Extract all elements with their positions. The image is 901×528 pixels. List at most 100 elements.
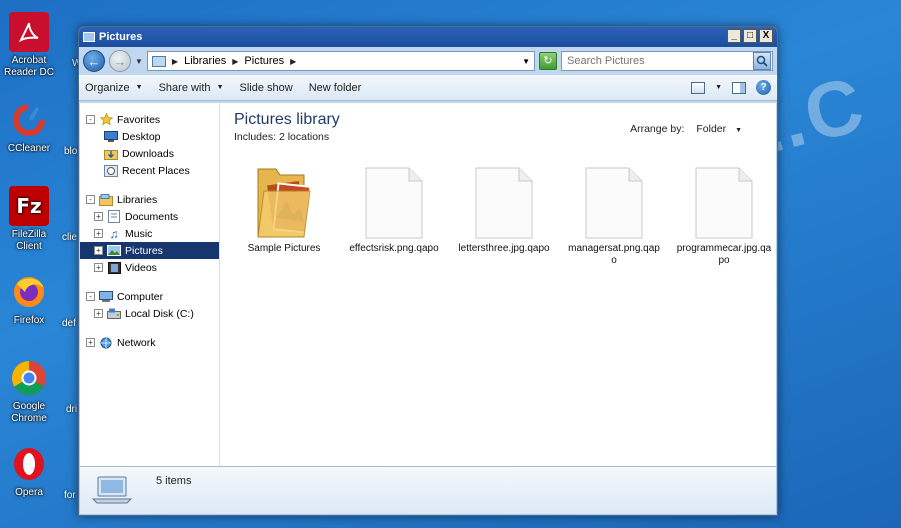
arrange-by-value: Folder: [696, 123, 727, 135]
star-icon: [99, 113, 113, 126]
library-icon: [151, 55, 166, 67]
nav-label: Music: [125, 227, 153, 240]
file-item[interactable]: lettersthree.jpg.qapo: [456, 159, 552, 267]
collapse-icon[interactable]: -: [86, 292, 95, 301]
downloads-folder-icon: [104, 148, 118, 160]
nav-item-downloads[interactable]: Downloads: [80, 145, 219, 162]
file-item[interactable]: programmecar.jpg.qapo: [676, 159, 772, 267]
firefox-icon: [9, 272, 49, 312]
window-controls: _ □ X: [727, 29, 773, 43]
desktop-icon-opera[interactable]: Opera: [0, 444, 58, 499]
desktop-icon-firefox[interactable]: Firefox: [0, 272, 58, 327]
maximize-button[interactable]: □: [743, 29, 757, 43]
caret-down-icon: ▼: [135, 84, 143, 91]
nav-item-network[interactable]: + Network: [80, 334, 219, 351]
item-count: 5 items: [156, 475, 192, 487]
desktop-icon-ccleaner[interactable]: CCleaner: [0, 100, 58, 155]
nav-item-pictures[interactable]: + Pictures: [80, 242, 219, 259]
caret-down-icon: ▼: [735, 127, 742, 134]
desktop-icon-label: CCleaner: [7, 143, 51, 154]
navigation-pane: - Favorites Desktop Downloads Recent Pla…: [80, 103, 220, 467]
close-button[interactable]: X: [759, 29, 773, 43]
search-input[interactable]: [567, 55, 753, 67]
chevron-right-icon[interactable]: ▶: [172, 57, 178, 66]
window-title: Pictures: [99, 31, 143, 43]
desktop-partial-label: clie: [62, 232, 78, 243]
file-item[interactable]: managersat.png.qapo: [566, 159, 662, 267]
expand-icon[interactable]: +: [94, 309, 103, 318]
desktop-icon-acrobat[interactable]: Acrobat Reader DC: [0, 12, 58, 79]
videos-icon: [107, 261, 121, 274]
share-with-button[interactable]: Share with ▼: [159, 82, 224, 94]
preview-pane-icon[interactable]: [732, 81, 746, 94]
search-box: [561, 51, 773, 71]
title-bar[interactable]: Pictures: [79, 27, 777, 47]
desktop-icon-chrome[interactable]: Google Chrome: [0, 358, 58, 425]
recent-pages-chevron-icon[interactable]: ▼: [135, 57, 143, 66]
expand-icon[interactable]: +: [86, 338, 95, 347]
desktop-partial-label: blo: [64, 146, 78, 157]
file-item[interactable]: effectsrisk.png.qapo: [346, 159, 442, 267]
laptop-icon: [91, 475, 133, 508]
breadcrumb-libraries[interactable]: Libraries: [184, 55, 226, 67]
address-dropdown-icon[interactable]: ▼: [522, 57, 530, 66]
chevron-right-icon[interactable]: ▶: [232, 57, 238, 66]
network-icon: [99, 337, 113, 349]
nav-label: Computer: [117, 290, 164, 303]
collapse-icon[interactable]: -: [86, 195, 95, 204]
documents-icon: [107, 210, 121, 223]
forward-button[interactable]: →: [109, 50, 131, 72]
music-icon: ♫: [109, 226, 119, 241]
minimize-button[interactable]: _: [727, 29, 741, 43]
expand-icon[interactable]: +: [94, 229, 103, 238]
nav-item-favorites[interactable]: - Favorites: [80, 111, 219, 128]
desktop-icon-label: Google Chrome: [11, 401, 47, 424]
desktop-icon-label: FileZilla Client: [11, 229, 47, 252]
chrome-icon: [9, 358, 49, 398]
collapse-icon[interactable]: -: [86, 115, 95, 124]
nav-item-local-disk[interactable]: + Local Disk (C:): [80, 305, 219, 322]
organize-button[interactable]: Organize ▼: [85, 82, 143, 94]
organize-label: Organize: [85, 81, 130, 94]
view-options-chevron-icon[interactable]: ▼: [715, 84, 722, 91]
chevron-right-icon[interactable]: ▶: [290, 57, 296, 66]
nav-item-music[interactable]: + ♫ Music: [80, 225, 219, 242]
desktop-partial-label: dri: [66, 404, 78, 415]
new-folder-button[interactable]: New folder: [309, 82, 362, 94]
arrange-by-label: Arrange by:: [630, 123, 685, 135]
desktop-icon-filezilla[interactable]: Fz FileZilla Client: [0, 186, 58, 253]
folder-icon: [236, 159, 332, 243]
slide-show-button[interactable]: Slide show: [240, 82, 293, 94]
expand-icon[interactable]: +: [94, 246, 103, 255]
address-bar[interactable]: ▶ Libraries ▶ Pictures ▶ ▼: [146, 51, 535, 71]
desktop-icon: [104, 131, 118, 143]
nav-item-computer[interactable]: - Computer: [80, 288, 219, 305]
nav-item-desktop[interactable]: Desktop: [80, 128, 219, 145]
desktop-partial-label: def: [62, 318, 76, 329]
file-name: managersat.png.qapo: [568, 243, 660, 266]
change-view-icon[interactable]: [691, 81, 706, 94]
explorer-window: Pictures _ □ X ← → ▼ ▶ Libraries ▶ Pictu…: [78, 26, 778, 516]
nav-label: Libraries: [117, 193, 158, 206]
opera-icon: [9, 444, 49, 484]
hard-drive-icon: [107, 308, 121, 320]
nav-item-videos[interactable]: + Videos: [80, 259, 219, 276]
back-button[interactable]: ←: [83, 50, 105, 72]
help-icon[interactable]: ?: [756, 80, 771, 95]
nav-item-libraries[interactable]: - Libraries: [80, 191, 219, 208]
desktop-icon-label: Firefox: [13, 315, 45, 326]
blank-file-icon: [566, 159, 662, 243]
expand-icon[interactable]: +: [94, 212, 103, 221]
file-item-folder[interactable]: Sample Pictures: [236, 159, 332, 267]
refresh-button[interactable]: ↻: [539, 52, 557, 70]
expand-icon[interactable]: +: [94, 263, 103, 272]
desktop-partial-label: for: [64, 490, 76, 501]
nav-item-documents[interactable]: + Documents: [80, 208, 219, 225]
file-name: effectsrisk.png.qapo: [349, 243, 439, 254]
nav-item-recent-places[interactable]: Recent Places: [80, 162, 219, 179]
arrange-by-dropdown[interactable]: Folder ▼: [696, 123, 742, 135]
nav-label: Recent Places: [122, 164, 190, 177]
breadcrumb-pictures[interactable]: Pictures: [244, 55, 284, 67]
file-name: lettersthree.jpg.qapo: [458, 243, 550, 254]
search-icon[interactable]: [753, 52, 771, 70]
